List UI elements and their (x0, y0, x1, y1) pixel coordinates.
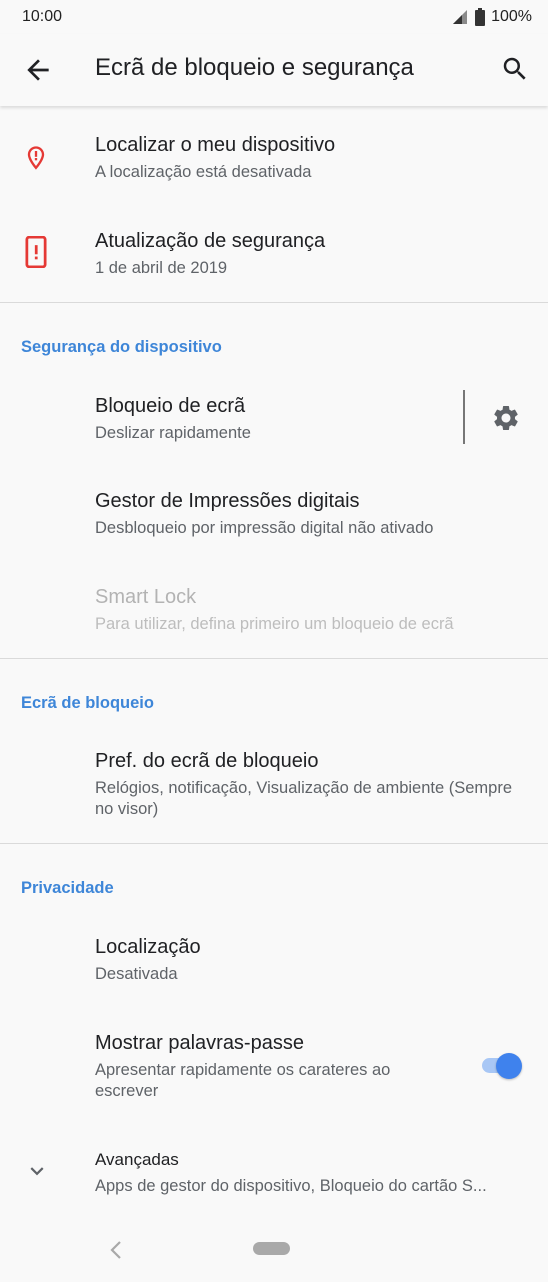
location-alert-icon (22, 144, 50, 172)
location-item[interactable]: Localização Desativada (0, 914, 548, 1008)
item-title: Mostrar palavras-passe (95, 1032, 304, 1054)
item-title: Atualização de segurança (95, 230, 326, 252)
show-passwords-toggle[interactable] (480, 1050, 524, 1080)
item-subtitle: A localização está desativada (95, 163, 312, 181)
section-header-privacy: Privacidade (21, 879, 114, 897)
navigation-bar (0, 1218, 548, 1282)
section-header-device-security: Segurança do dispositivo (21, 338, 222, 356)
find-my-device-item[interactable]: Localizar o meu dispositivo A localizaçã… (0, 106, 548, 204)
item-subtitle: Relógios, notificação, Visualização de a… (95, 779, 513, 818)
item-title: Avançadas (95, 1150, 179, 1169)
signal-icon (453, 10, 468, 24)
vertical-divider (463, 390, 465, 444)
status-icons: 100% (451, 8, 532, 26)
toggle-knob (496, 1053, 522, 1079)
advanced-item[interactable]: Avançadas Apps de gestor do dispositivo,… (0, 1132, 548, 1216)
item-title: Gestor de Impressões digitais (95, 490, 360, 512)
chevron-down-icon (24, 1158, 52, 1186)
battery-icon (475, 8, 486, 26)
item-subtitle: Apresentar rapidamente os carateres ao e… (95, 1061, 391, 1100)
divider (0, 658, 548, 659)
item-title: Localizar o meu dispositivo (95, 134, 336, 156)
divider (0, 302, 548, 303)
nav-home-button[interactable] (253, 1242, 290, 1255)
item-subtitle: Apps de gestor do dispositivo, Bloqueio … (95, 1177, 487, 1195)
screen-lock-item[interactable]: Bloqueio de ecrã Deslizar rapidamente (0, 375, 548, 465)
fingerprint-manager-item[interactable]: Gestor de Impressões digitais Desbloquei… (0, 468, 548, 562)
item-subtitle: Desativada (95, 965, 178, 983)
divider (0, 843, 548, 844)
lock-screen-prefs-item[interactable]: Pref. do ecrã de bloqueio Relógios, noti… (0, 730, 548, 843)
arrow-back-icon (27, 59, 49, 81)
search-icon (503, 57, 526, 80)
item-title: Pref. do ecrã de bloqueio (95, 750, 319, 772)
item-subtitle: Desbloqueio por impressão digital não at… (95, 519, 434, 537)
page-title: Ecrã de bloqueio e segurança (95, 54, 414, 81)
app-bar: Ecrã de bloqueio e segurança (0, 34, 548, 106)
section-header-lock-screen: Ecrã de bloqueio (21, 694, 154, 712)
item-subtitle: 1 de abril de 2019 (95, 259, 228, 277)
item-subtitle: Para utilizar, defina primeiro um bloque… (95, 615, 454, 633)
nav-back-button[interactable] (106, 1238, 126, 1262)
show-passwords-item[interactable]: Mostrar palavras-passe Apresentar rapida… (0, 1010, 548, 1130)
item-title: Bloqueio de ecrã (95, 395, 246, 417)
status-time: 10:00 (22, 8, 63, 25)
phone-alert-icon (22, 235, 50, 269)
item-title: Localização (95, 936, 201, 958)
status-bar: 10:00 100% (0, 0, 548, 34)
battery-level: 100% (491, 8, 532, 25)
item-subtitle: Deslizar rapidamente (95, 424, 251, 442)
security-update-item[interactable]: Atualização de segurança 1 de abril de 2… (0, 204, 548, 302)
screen-lock-settings-button[interactable] (491, 403, 521, 433)
gear-icon (494, 406, 518, 430)
nav-back-icon (110, 1241, 121, 1259)
search-button[interactable] (500, 54, 530, 84)
smart-lock-item: Smart Lock Para utilizar, defina primeir… (0, 564, 548, 658)
item-title: Smart Lock (95, 586, 197, 608)
back-button[interactable] (22, 54, 54, 86)
